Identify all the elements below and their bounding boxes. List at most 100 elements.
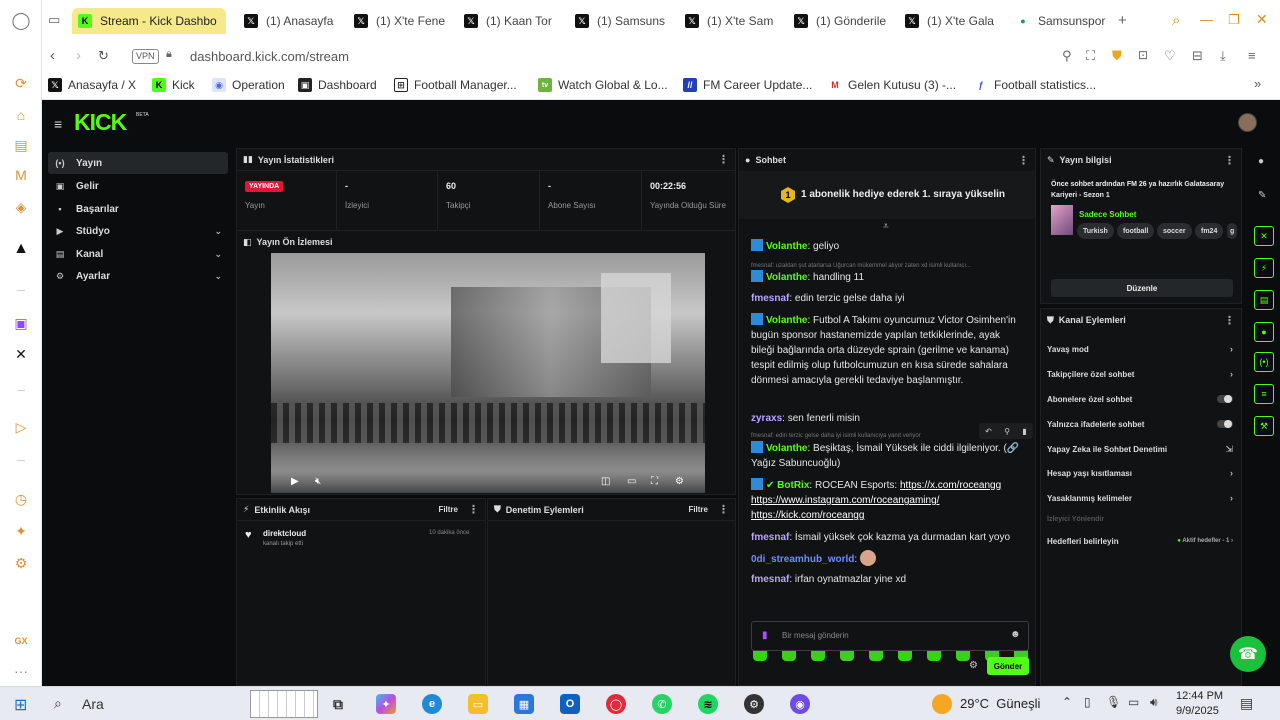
more-options-icon[interactable]: ⋮: [718, 503, 729, 516]
avatar[interactable]: [1238, 113, 1257, 132]
ai-icon[interactable]: ⟳: [12, 74, 30, 92]
pinboard-icon[interactable]: ▤: [12, 136, 30, 154]
pencil-icon[interactable]: ✎: [1258, 190, 1266, 201]
pin-icon[interactable]: ⚲: [1004, 427, 1010, 436]
sidebar-item-basarilar[interactable]: ▪ Başarılar: [48, 198, 228, 220]
collapse-icon[interactable]: ⩡: [883, 221, 889, 232]
chat-input[interactable]: ▮ Bir mesaj gönderin ☻: [751, 621, 1029, 651]
snapshot-icon[interactable]: ⛶: [1086, 48, 1095, 64]
more-options-icon[interactable]: ⋮: [1224, 314, 1235, 327]
taskbar-search[interactable]: Ara: [82, 696, 104, 712]
tab-x-6[interactable]: 𝕏 (1) Gönderile: [788, 8, 888, 34]
outlook-icon[interactable]: O: [560, 694, 580, 714]
x-icon[interactable]: ✕: [12, 345, 30, 363]
windows-start-icon[interactable]: ⊞: [14, 695, 27, 715]
tool-shield-icon[interactable]: ✕: [1254, 226, 1274, 246]
info-icon[interactable]: ●: [1258, 156, 1264, 167]
bookmark-football-manager[interactable]: ⊞ Football Manager...: [394, 78, 517, 92]
tab-overview-icon[interactable]: ▭: [48, 12, 60, 28]
mic-icon[interactable]: ▮: [762, 630, 768, 641]
gx-icon[interactable]: GX: [12, 632, 30, 650]
weather-text[interactable]: 29°C Güneşli: [960, 696, 1040, 711]
tool-list-icon[interactable]: ≡: [1254, 384, 1274, 404]
notifications-icon[interactable]: ▤: [1240, 695, 1253, 712]
emoji-icon[interactable]: ☻: [1010, 629, 1021, 640]
file-explorer-icon[interactable]: ▭: [468, 694, 488, 714]
action-account-age[interactable]: Hesap yaşı kısıtlaması ›: [1047, 463, 1233, 483]
bookmark-x[interactable]: 𝕏 Anasayfa / X: [48, 78, 136, 92]
history-icon[interactable]: ◷: [12, 490, 30, 508]
twitch-icon[interactable]: ▣: [12, 314, 30, 332]
spotify-icon[interactable]: ≋: [698, 694, 718, 714]
copilot-icon[interactable]: ✦: [376, 694, 396, 714]
settings-icon[interactable]: ⚙: [12, 554, 30, 572]
heart-icon[interactable]: ♡: [1164, 48, 1176, 64]
tab-x-4[interactable]: 𝕏 (1) Samsuns: [569, 8, 669, 34]
more-options-icon[interactable]: ⋮: [468, 503, 479, 516]
subscribers-only-toggle[interactable]: [1217, 395, 1233, 403]
more-options-icon[interactable]: ⋮: [1018, 154, 1029, 167]
kick-logo[interactable]: KICK: [74, 109, 127, 136]
chat-link[interactable]: https://www.instagram.com/roceangaming/: [751, 495, 939, 506]
action-followers-only[interactable]: Takipçilere özel sohbet ›: [1047, 364, 1233, 384]
tool-wrench-icon[interactable]: ⚒: [1254, 416, 1274, 436]
bookmark-kick[interactable]: K Kick: [152, 78, 195, 92]
tab-x-3[interactable]: 𝕏 (1) Kaan Tor: [458, 8, 558, 34]
whatsapp-icon[interactable]: ✆: [652, 694, 672, 714]
activity-user[interactable]: direktcloud: [263, 529, 306, 538]
bookmark-dashboard[interactable]: ▣ Dashboard: [298, 78, 377, 92]
maximize-icon[interactable]: ❐: [1228, 12, 1240, 28]
volume-icon[interactable]: 🔊︎: [1150, 695, 1158, 710]
edge-icon[interactable]: e: [422, 694, 442, 714]
gift-banner[interactable]: 1 1 abonelik hediye ederek 1. sıraya yük…: [739, 171, 1035, 219]
tool-broadcast-icon[interactable]: (•): [1254, 352, 1274, 372]
theater-icon[interactable]: ▭: [627, 476, 636, 487]
close-window-icon[interactable]: ✕: [1256, 11, 1268, 28]
settings-icon[interactable]: ⚙: [675, 476, 684, 487]
chat-link[interactable]: https://kick.com/roceangg: [751, 510, 864, 521]
tab-x-5[interactable]: 𝕏 (1) X'te Sam: [679, 8, 779, 34]
minimize-icon[interactable]: —: [1200, 12, 1213, 27]
cube-icon[interactable]: ◈: [12, 198, 30, 216]
tool-chat-icon[interactable]: ●: [1254, 322, 1274, 342]
tab-x-7[interactable]: 𝕏 (1) X'te Gala: [899, 8, 999, 34]
hamburger-icon[interactable]: ≡: [54, 116, 62, 132]
bookmark-watch-global[interactable]: tv Watch Global & Lo...: [538, 78, 668, 92]
tab-samsunspor[interactable]: ● Samsunspor: [1010, 8, 1110, 34]
opera-logo-icon[interactable]: ◯: [11, 11, 30, 30]
bookmark-gmail[interactable]: M Gelen Kutusu (3) -...: [828, 78, 956, 92]
kick-app-icon[interactable]: ▲: [12, 240, 30, 258]
pin-icon[interactable]: ⚲: [1062, 48, 1072, 64]
chat-settings-icon[interactable]: ⚙: [969, 660, 978, 671]
adblock-icon[interactable]: ⛊: [1112, 48, 1122, 64]
downloads-icon[interactable]: ⤓: [1220, 48, 1226, 64]
bookmark-football-stats[interactable]: ƒ Football statistics...: [974, 78, 1096, 92]
extensions-icon[interactable]: ✦: [12, 522, 30, 540]
search-tabs-icon[interactable]: ⌕: [1172, 12, 1180, 29]
vpn-badge[interactable]: VPN: [132, 49, 159, 64]
tag[interactable]: football: [1117, 223, 1155, 239]
more-bookmarks-icon[interactable]: »: [1254, 76, 1261, 91]
bookmark-fm-career[interactable]: //FM Career Update...: [683, 78, 812, 92]
tray-icon[interactable]: ▯: [1084, 695, 1091, 709]
clock-time[interactable]: 12:44 PM: [1176, 690, 1223, 702]
tab-x-2[interactable]: 𝕏 (1) X'te Fene: [348, 8, 448, 34]
search-icon[interactable]: ⌕: [54, 695, 62, 712]
action-ai-moderation[interactable]: Yapay Zeka ile Sohbet Denetimi ⇲: [1047, 439, 1233, 459]
camera-icon[interactable]: ⊡: [1138, 48, 1148, 62]
pip-icon[interactable]: ◫: [601, 476, 610, 487]
new-tab-icon[interactable]: +: [1118, 12, 1127, 29]
opera-gx-icon[interactable]: ◯: [606, 694, 626, 714]
delete-icon[interactable]: ▮: [1022, 427, 1026, 436]
steam-icon[interactable]: ⚙: [744, 694, 764, 714]
bookmark-operation[interactable]: ◉ Operation: [212, 78, 285, 92]
clock-date[interactable]: 9/9/2025: [1176, 705, 1219, 717]
forward-icon[interactable]: ›: [76, 47, 81, 64]
sidebar-item-gelir[interactable]: ▣ Gelir: [48, 175, 228, 197]
action-goals[interactable]: Hedefleri belirleyin ● Aktif hedefler - 1…: [1047, 531, 1233, 551]
back-icon[interactable]: ‹: [50, 47, 55, 64]
send-button[interactable]: Gönder: [987, 657, 1029, 675]
task-view-icon[interactable]: ⧉: [328, 694, 348, 714]
network-icon[interactable]: ▭: [1128, 695, 1139, 709]
tab-kick-dashboard[interactable]: K Stream - Kick Dashbo: [72, 8, 226, 34]
